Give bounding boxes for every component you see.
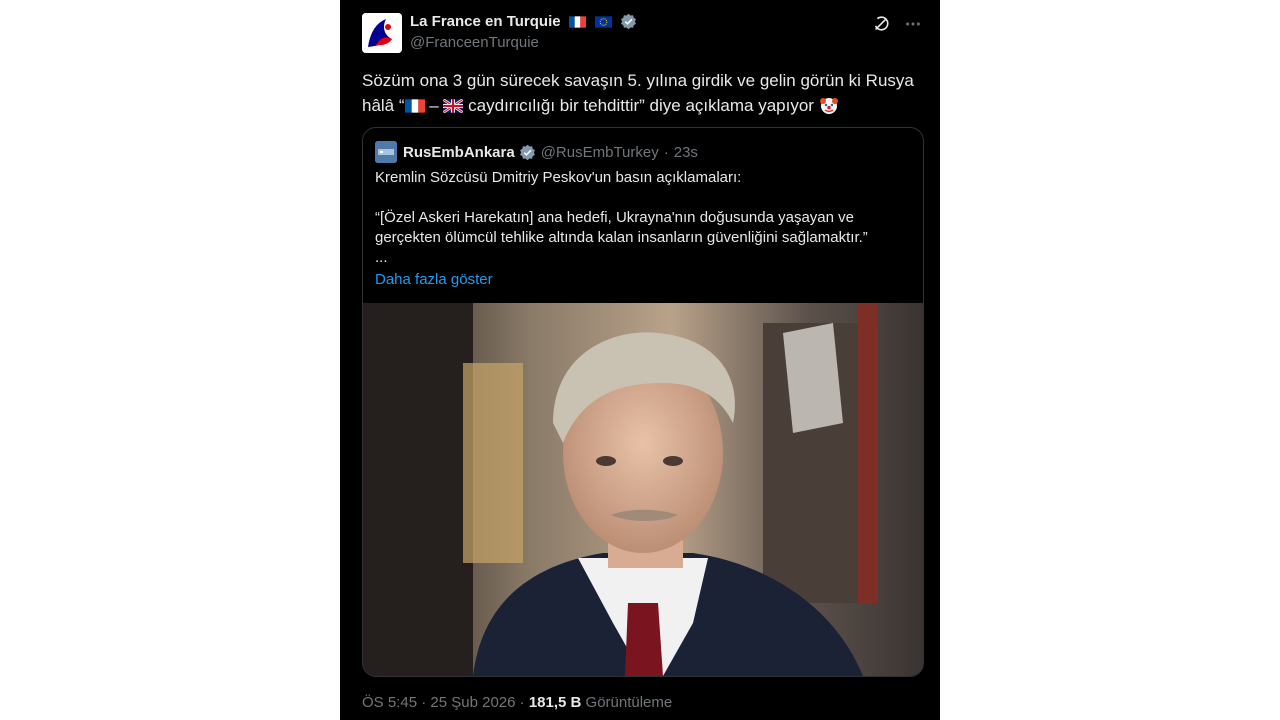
tweet-actions-top (872, 15, 922, 33)
quoted-tweet-body: Kremlin Sözcüsü Dmitriy Peskov'un basın … (375, 168, 905, 290)
quoted-author-avatar[interactable] (375, 141, 397, 163)
uk-flag-icon (443, 99, 464, 113)
view-count-label: Görüntüleme (581, 694, 673, 711)
grok-icon[interactable] (872, 15, 890, 33)
author-handle[interactable]: @FranceenTurquie (410, 34, 637, 51)
quoted-line-2: “[Özel Askeri Harekatın] ana hedefi, Ukr… (375, 209, 868, 246)
quoted-ellipsis: ... (375, 249, 388, 266)
tweet-time[interactable]: ÖS 5:45 (362, 694, 417, 711)
author-display-name[interactable]: La France en Turquie (410, 13, 561, 30)
separator-dot: · (663, 143, 669, 161)
footer-separator: · (515, 694, 529, 711)
eu-flag-icon (594, 16, 612, 28)
tweet-text-part-2: caydırıcılığı bir tehdittir” diye açıkla… (463, 96, 819, 115)
quoted-line-1: Kremlin Sözcüsü Dmitriy Peskov'un basın … (375, 169, 742, 186)
author-block: La France en Turquie @FranceenTurquie (410, 13, 637, 51)
quoted-tweet[interactable]: RusEmbAnkara @RusEmbTurkey · 23s Kremlin… (362, 127, 924, 677)
tweet-card: La France en Turquie @FranceenTurquie Sö… (340, 0, 940, 720)
quoted-tweet-time[interactable]: 23s (674, 144, 698, 161)
view-count: 181,5 B (528, 694, 582, 711)
quoted-tweet-header: RusEmbAnkara @RusEmbTurkey · 23s (375, 141, 698, 163)
quoted-author-display-name[interactable]: RusEmbAnkara (403, 144, 515, 161)
france-flag-icon (404, 99, 425, 113)
quoted-author-handle[interactable]: @RusEmbTurkey (541, 144, 659, 161)
show-more-link[interactable]: Daha fazla göster (375, 270, 905, 290)
france-flag-icon (569, 16, 587, 28)
author-avatar[interactable] (362, 13, 402, 53)
footer-separator: · (417, 694, 431, 711)
clown-emoji-icon (819, 98, 838, 114)
verified-badge-icon (621, 14, 636, 30)
tweet-text-dash: – (424, 96, 444, 115)
more-icon[interactable] (904, 15, 922, 33)
tweet-footer: ÖS 5:45 · 25 Şub 2026 · 181,5 B Görüntül… (362, 694, 672, 711)
tweet-date[interactable]: 25 Şub 2026 (430, 694, 515, 711)
tweet-text: Sözüm ona 3 gün sürecek savaşın 5. yılın… (362, 68, 927, 118)
verified-badge-icon (519, 144, 535, 160)
quoted-tweet-photo[interactable] (363, 303, 923, 676)
